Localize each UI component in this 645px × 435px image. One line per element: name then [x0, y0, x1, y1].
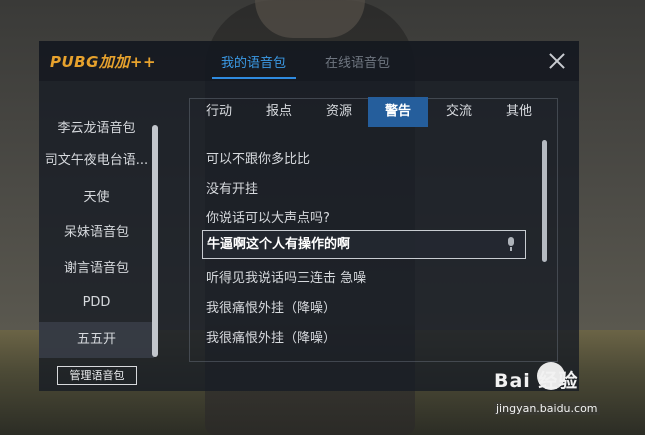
- tab-resources[interactable]: 资源: [312, 97, 366, 127]
- tab-report[interactable]: 报点: [252, 97, 306, 127]
- tab-online-voice-packs[interactable]: 在线语音包: [325, 52, 390, 71]
- watermark-url: jingyan.baidu.com: [494, 402, 600, 415]
- phrase-text: 牛逼啊这个人有操作的啊: [207, 237, 351, 252]
- phrase-item[interactable]: 听得见我说话吗三连击 急噪: [206, 267, 366, 286]
- microphone-icon[interactable]: [507, 237, 515, 251]
- tab-chat[interactable]: 交流: [432, 97, 486, 127]
- phrase-item[interactable]: 我很痛恨外挂（降噪）: [206, 327, 336, 346]
- sidebar-scrollbar[interactable]: [152, 125, 158, 357]
- phrase-list-scrollbar[interactable]: [542, 140, 547, 262]
- sidebar-item-xieyan[interactable]: 谢言语音包: [39, 251, 154, 287]
- phrase-item[interactable]: 我很痛恨外挂（降噪）: [206, 297, 336, 316]
- tab-action[interactable]: 行动: [192, 97, 246, 127]
- sidebar-item-li-yunlong[interactable]: 李云龙语音包: [39, 111, 154, 147]
- watermark-brand: Bai 经验: [494, 370, 579, 392]
- sidebar-item-tianshi[interactable]: 天使: [39, 180, 154, 216]
- phrase-panel: 行动 报点 资源 警告 交流 其他 可以不跟你多比比 没有开挂 你说话可以大声点…: [189, 97, 558, 362]
- manage-voice-packs-button[interactable]: 管理语音包: [57, 366, 137, 385]
- sidebar-item-pdd[interactable]: PDD: [39, 285, 154, 321]
- tab-my-voice-packs[interactable]: 我的语音包: [221, 52, 286, 71]
- app-logo: PUBG加加++: [50, 53, 157, 71]
- sidebar-item-daimei[interactable]: 呆妹语音包: [39, 215, 154, 251]
- voice-pack-window: PUBG加加++ 我的语音包 在线语音包 李云龙语音包 司文午夜电台语... 天…: [39, 41, 579, 391]
- sidebar-item-siwen[interactable]: 司文午夜电台语...: [39, 143, 154, 179]
- active-tab-indicator: [212, 77, 296, 79]
- close-icon[interactable]: [547, 51, 567, 71]
- sidebar-item-wuwukai[interactable]: 五五开: [39, 322, 154, 358]
- phrase-item[interactable]: 没有开挂: [206, 178, 258, 197]
- tab-other[interactable]: 其他: [492, 97, 546, 127]
- phrase-item[interactable]: 可以不跟你多比比: [206, 148, 310, 167]
- voice-pack-sidebar: 李云龙语音包 司文午夜电台语... 天使 呆妹语音包 谢言语音包 PDD 五五开: [39, 111, 154, 359]
- tab-warning[interactable]: 警告: [368, 97, 428, 127]
- phrase-item[interactable]: 你说话可以大声点吗?: [206, 207, 330, 226]
- baidu-watermark: Bai 经验 jingyan.baidu.com: [494, 362, 606, 420]
- phrase-item-selected[interactable]: 牛逼啊这个人有操作的啊: [202, 230, 526, 259]
